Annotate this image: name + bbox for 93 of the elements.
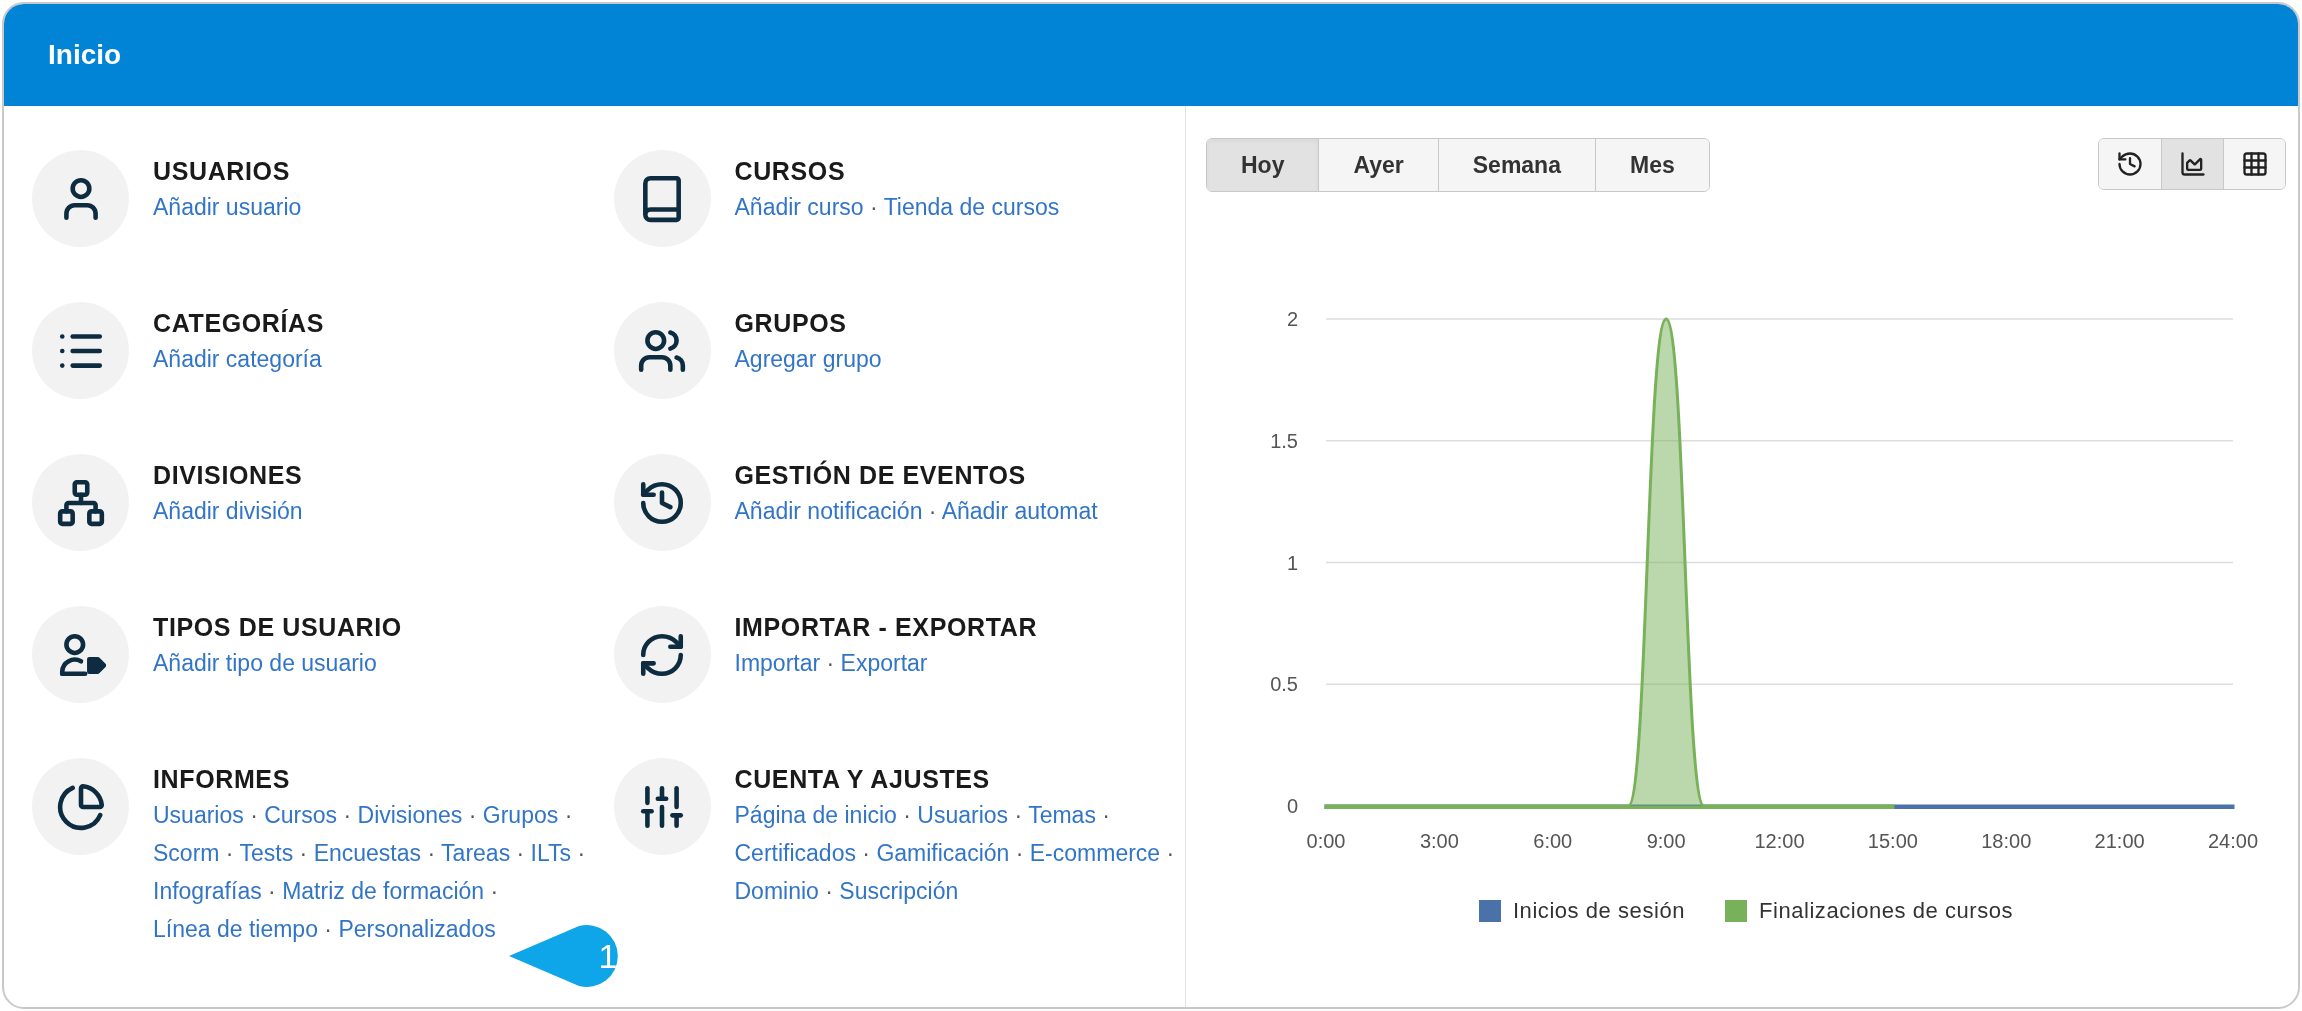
history-icon bbox=[2116, 150, 2144, 178]
x-tick-label: 6:00 bbox=[1533, 830, 1573, 852]
section-title: CURSOS bbox=[734, 156, 847, 187]
link-separator: · bbox=[1166, 840, 1175, 866]
section-link[interactable]: Temas bbox=[1028, 802, 1096, 828]
x-tick-label: 9:00 bbox=[1646, 830, 1686, 852]
section-link[interactable]: ILTs bbox=[530, 840, 572, 866]
grid-icon bbox=[2240, 150, 2269, 178]
period-tab[interactable]: Semana bbox=[1437, 139, 1595, 191]
page-title: Inicio bbox=[48, 38, 122, 72]
link-separator: · bbox=[427, 840, 436, 866]
link-separator: · bbox=[577, 840, 586, 866]
view-toggle-button[interactable] bbox=[2161, 139, 2223, 189]
period-tab[interactable]: Mes bbox=[1594, 139, 1709, 191]
section-link[interactable]: Certificados bbox=[734, 840, 856, 866]
y-tick-label: 2 bbox=[1286, 308, 1298, 330]
section-link[interactable]: Cursos bbox=[264, 802, 338, 828]
link-separator: · bbox=[268, 878, 276, 904]
x-tick-label: 24:00 bbox=[2207, 830, 2259, 852]
section-link[interactable]: Importar bbox=[734, 650, 821, 676]
section-link[interactable]: Tests bbox=[239, 840, 294, 866]
link-separator: · bbox=[825, 878, 833, 904]
x-tick-label: 18:00 bbox=[1981, 830, 2032, 852]
link-separator: · bbox=[250, 802, 258, 828]
section-link[interactable]: Añadir automat bbox=[941, 498, 1098, 524]
section-link[interactable]: Suscripción bbox=[839, 878, 959, 904]
section-link[interactable]: Tienda de cursos bbox=[883, 194, 1060, 220]
link-separator: · bbox=[490, 878, 499, 904]
pie-chart-icon bbox=[55, 781, 106, 832]
section-title: GESTIÓN DE EVENTOS bbox=[734, 459, 1027, 491]
y-tick-label: 0.5 bbox=[1270, 673, 1298, 696]
y-tick-label: 1 bbox=[1286, 551, 1298, 574]
x-tick-label: 0:00 bbox=[1306, 830, 1346, 852]
x-tick-label: 12:00 bbox=[1754, 830, 1805, 852]
legend-label: Finalizaciones de cursos bbox=[1758, 897, 2014, 925]
link-separator: · bbox=[903, 802, 911, 828]
section-title: IMPORTAR - EXPORTAR bbox=[734, 612, 1039, 643]
link-separator: · bbox=[1014, 802, 1023, 828]
section-link[interactable]: Grupos bbox=[482, 802, 559, 828]
link-separator: · bbox=[1015, 840, 1024, 866]
link-separator: · bbox=[516, 840, 525, 866]
y-tick-label: 1.5 bbox=[1270, 429, 1298, 452]
x-tick-label: 21:00 bbox=[2094, 830, 2145, 852]
hierarchy-icon bbox=[55, 477, 106, 528]
section-link[interactable]: Exportar bbox=[840, 650, 928, 676]
link-separator: · bbox=[324, 916, 332, 942]
x-tick-label: 3:00 bbox=[1419, 830, 1459, 852]
view-toggle-button[interactable] bbox=[2099, 139, 2161, 189]
legend-label: Inicios de sesión bbox=[1512, 897, 1685, 925]
x-tick-label: 15:00 bbox=[1867, 830, 1918, 852]
period-tab[interactable]: Hoy bbox=[1207, 139, 1319, 191]
link-separator: · bbox=[1102, 802, 1110, 828]
section-link[interactable]: E-commerce bbox=[1029, 840, 1161, 866]
section-title: TIPOS DE USUARIO bbox=[153, 612, 403, 643]
link-separator: · bbox=[928, 498, 937, 524]
section-title: INFORMES bbox=[153, 764, 291, 795]
section-link[interactable]: Infografías bbox=[153, 878, 262, 904]
period-tab[interactable]: Ayer bbox=[1318, 139, 1438, 191]
y-tick-label: 0 bbox=[1286, 795, 1298, 817]
link-separator: · bbox=[862, 840, 870, 866]
section-link[interactable]: Scorm bbox=[153, 840, 220, 866]
section-link[interactable]: Añadir división bbox=[153, 498, 303, 524]
section-link[interactable]: Añadir categoría bbox=[153, 346, 322, 372]
section-link[interactable]: Encuestas bbox=[313, 840, 422, 866]
section-link[interactable]: Tareas bbox=[441, 840, 511, 866]
link-separator: · bbox=[299, 840, 308, 866]
section-title: CATEGORÍAS bbox=[153, 308, 326, 339]
section-link[interactable]: Gamificación bbox=[876, 840, 1010, 866]
link-separator: · bbox=[468, 802, 477, 828]
section-link[interactable]: Línea de tiempo bbox=[153, 916, 318, 942]
section-link[interactable]: Añadir notificación bbox=[734, 498, 923, 524]
section-link[interactable]: Usuarios bbox=[153, 802, 244, 828]
section-title: USUARIOS bbox=[153, 156, 291, 187]
section-link[interactable]: Agregar grupo bbox=[734, 346, 882, 372]
section-link[interactable]: Personalizados bbox=[338, 916, 496, 942]
section-link[interactable]: Matriz de formación bbox=[282, 878, 485, 904]
area-chart-icon bbox=[2178, 150, 2207, 178]
section-link[interactable]: Dominio bbox=[734, 878, 819, 904]
section-title: GRUPOS bbox=[734, 308, 848, 339]
section-title: CUENTA Y AJUSTES bbox=[734, 764, 991, 795]
section-link[interactable]: Añadir usuario bbox=[153, 194, 302, 220]
section-link[interactable]: Página de inicio bbox=[734, 802, 897, 828]
link-separator: · bbox=[826, 650, 835, 676]
link-separator: · bbox=[870, 194, 878, 220]
section-title: DIVISIONES bbox=[153, 460, 304, 491]
link-separator: · bbox=[343, 802, 352, 828]
link-separator: · bbox=[225, 840, 234, 866]
section-link[interactable]: Añadir curso bbox=[734, 194, 864, 220]
section-link[interactable]: Usuarios bbox=[917, 802, 1009, 828]
view-toggle-button[interactable] bbox=[2223, 139, 2285, 189]
link-separator: · bbox=[564, 802, 573, 828]
section-link[interactable]: Añadir tipo de usuario bbox=[153, 650, 377, 676]
section-link[interactable]: Divisiones bbox=[357, 802, 463, 828]
